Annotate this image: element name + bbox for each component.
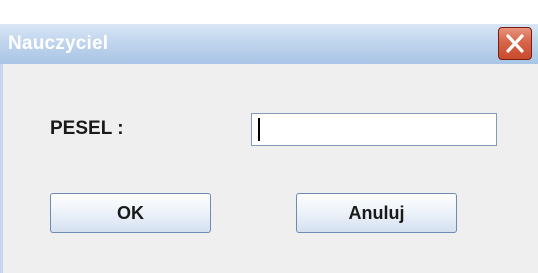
window-title: Nauczyciel (8, 33, 109, 54)
cancel-button[interactable]: Anuluj (296, 193, 457, 233)
dialog-content (0, 64, 538, 273)
close-icon (506, 34, 524, 53)
close-button[interactable] (498, 27, 532, 60)
pesel-input[interactable] (251, 113, 497, 146)
ok-button[interactable]: OK (50, 193, 211, 233)
dialog-window: Nauczyciel PESEL : OK Anuluj (0, 0, 538, 273)
title-bar: Nauczyciel (0, 0, 538, 64)
window-left-border (0, 64, 3, 273)
pesel-label: PESEL : (50, 118, 124, 139)
text-caret (258, 118, 260, 141)
